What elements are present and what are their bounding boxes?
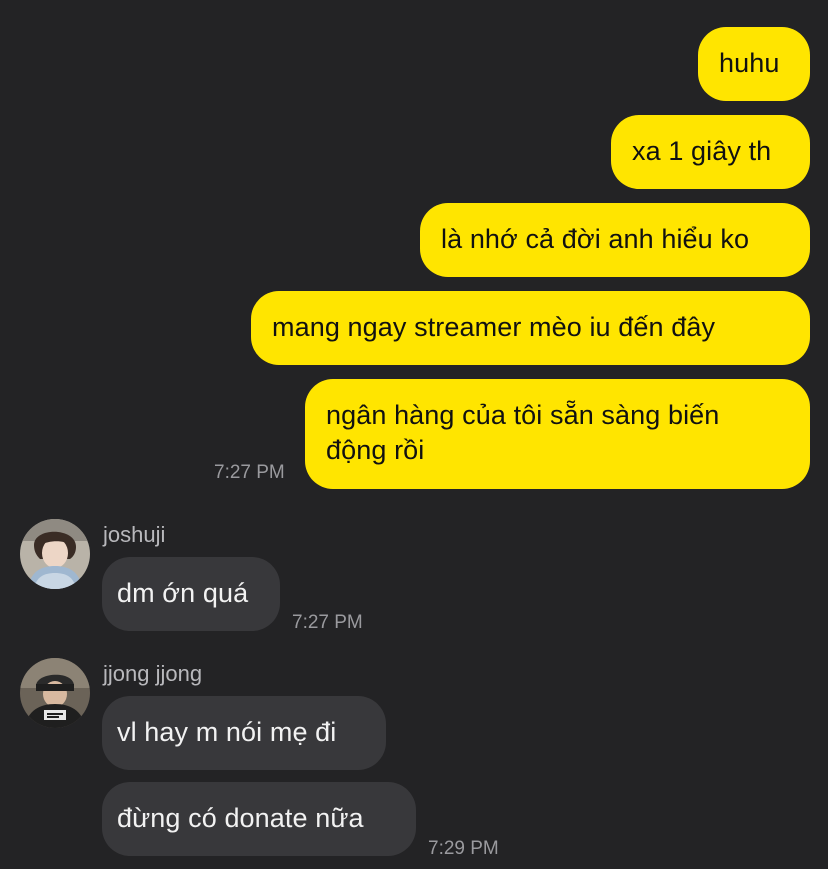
avatar[interactable] <box>20 519 90 589</box>
outgoing-message[interactable]: xa 1 giây th <box>611 115 810 189</box>
outgoing-message[interactable]: ngân hàng của tôi sẵn sàng biến động rồi <box>305 379 810 489</box>
user-avatar-icon <box>20 519 90 589</box>
outgoing-message[interactable]: mang ngay streamer mèo iu đến đây <box>251 291 810 365</box>
message-text: dm ớn quá <box>117 578 249 608</box>
message-text: huhu <box>719 48 780 78</box>
message-text: là nhớ cả đời anh hiểu ko <box>441 224 750 254</box>
sender-name: jjong jjong <box>103 661 203 686</box>
outgoing-message[interactable]: là nhớ cả đời anh hiểu ko <box>420 203 810 277</box>
chat-screen: { "colors": { "background": "#232325", "… <box>0 0 828 869</box>
avatar[interactable] <box>20 658 90 728</box>
outgoing-message[interactable]: huhu <box>698 27 810 101</box>
message-timestamp: 7:27 PM <box>214 462 285 483</box>
incoming-message[interactable]: đừng có donate nữa <box>102 782 416 856</box>
message-text: vl hay m nói mẹ đi <box>117 717 337 747</box>
message-text: ngân hàng của tôi sẵn sàng biến động rồi <box>326 400 720 465</box>
incoming-message[interactable]: dm ớn quá <box>102 557 280 631</box>
message-text: mang ngay streamer mèo iu đến đây <box>272 312 716 342</box>
sender-name: joshuji <box>103 522 166 547</box>
user-avatar-icon <box>20 658 90 728</box>
incoming-message[interactable]: vl hay m nói mẹ đi <box>102 696 386 770</box>
message-timestamp: 7:27 PM <box>292 612 363 633</box>
message-text: xa 1 giây th <box>632 136 772 166</box>
message-text: đừng có donate nữa <box>117 803 364 833</box>
message-timestamp: 7:29 PM <box>428 838 499 859</box>
